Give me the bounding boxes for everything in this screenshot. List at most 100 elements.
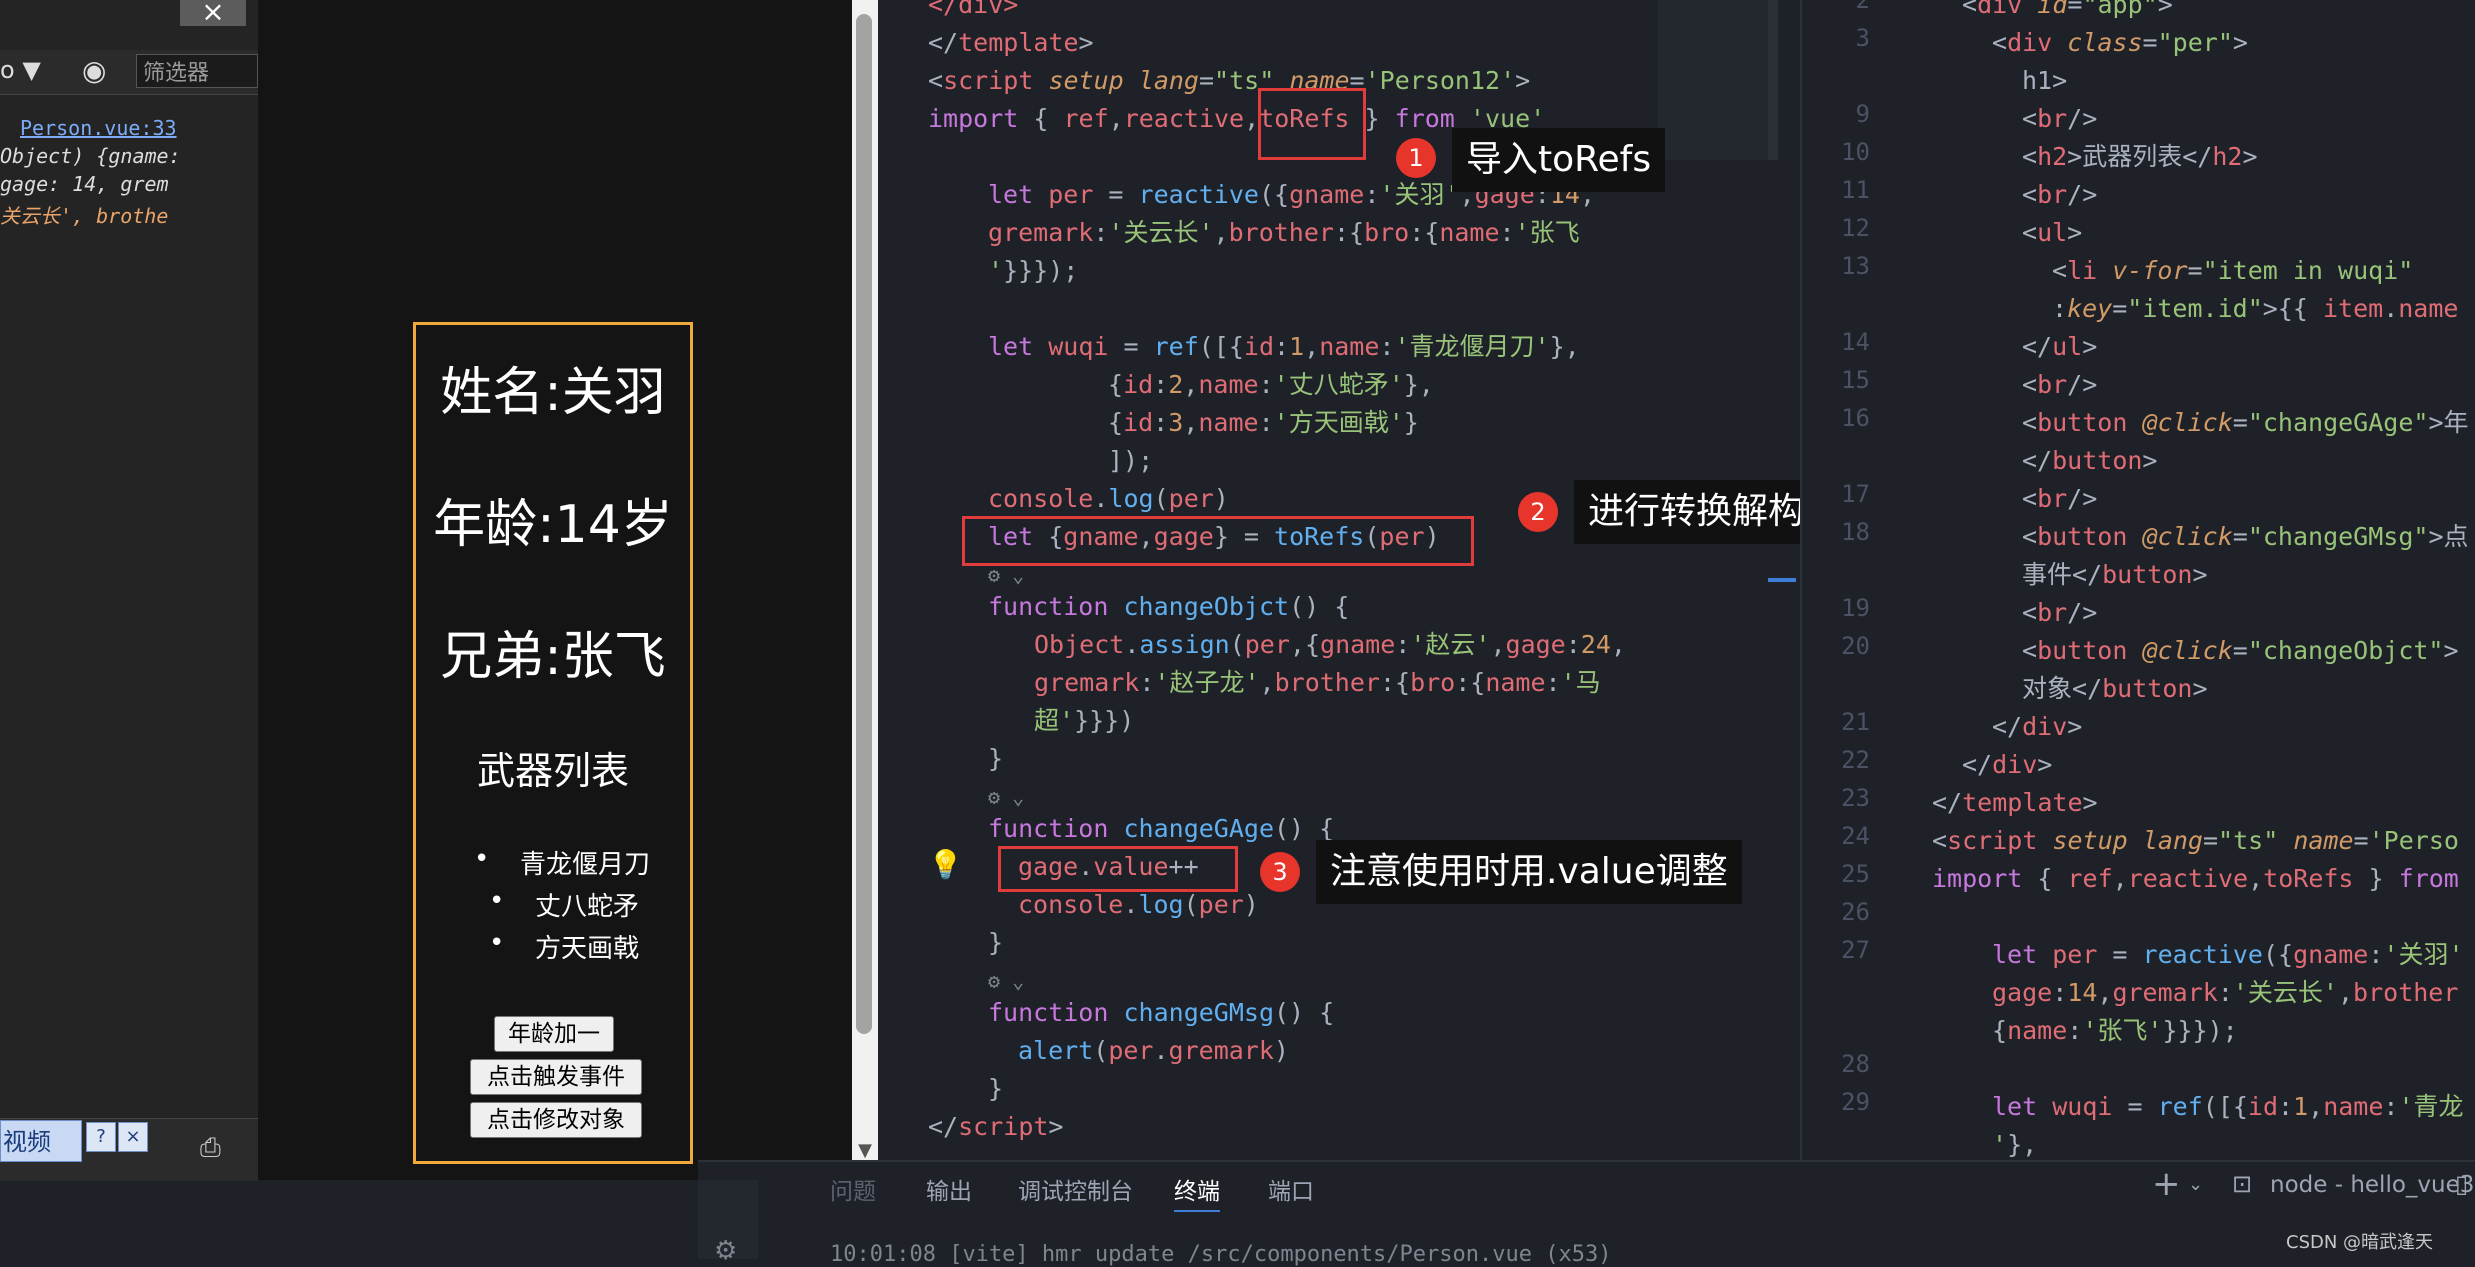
terminal-name[interactable]: node - hello_vue3	[2270, 1172, 2474, 1198]
code-line: gage:14,gremark:'关云长',brother	[1992, 978, 2459, 1007]
weapons-title: 武器列表	[476, 749, 629, 793]
gear-icon[interactable]: ⚙	[714, 1236, 737, 1266]
name-line: 姓名:关羽	[440, 363, 666, 423]
code-line: 事件</button>	[2022, 560, 2208, 589]
log-line: 关云长', brothe	[0, 204, 169, 228]
tab-output[interactable]: 输出	[926, 1172, 972, 1206]
code-line: <br/>	[2022, 484, 2098, 513]
add-terminal-icon[interactable]: +	[2152, 1164, 2181, 1204]
code-line: </div>	[928, 0, 1019, 19]
code-line: 对象</button>	[2022, 674, 2208, 703]
close-mini-button[interactable]: ×	[118, 1122, 148, 1152]
code-line: </button>	[2022, 446, 2158, 475]
trigger-event-button[interactable]: 点击触发事件	[470, 1059, 642, 1095]
tab-ports[interactable]: 端口	[1268, 1172, 1314, 1206]
video-tab[interactable]: 视频	[0, 1120, 82, 1162]
code-line: <li v-for="item in wuqi"	[2052, 256, 2414, 285]
code-line: :key="item.id">{{ item.name	[2052, 294, 2459, 323]
code-line: <h2>武器列表</h2>	[2022, 142, 2258, 171]
code-line: 超'}}})	[1034, 706, 1135, 735]
code-line: let wuqi = ref([{id:1,name:'青龙	[1992, 1092, 2464, 1121]
code-line: let wuqi = ref([{id:1,name:'青龙偃月刀'},	[988, 332, 1580, 361]
minimap[interactable]	[1658, 0, 1768, 160]
code-line: <div id="app">	[1962, 0, 2173, 19]
code-line: <div class="per">	[1992, 28, 2248, 57]
devtools-close-button[interactable]: ×	[180, 0, 246, 26]
code-line: <button @click="changeGMsg">点	[2022, 522, 2469, 551]
code-line: </script>	[928, 1112, 1064, 1141]
code-line: </div>	[1962, 750, 2053, 779]
weapon-item: 青龙偃月刀	[474, 844, 650, 881]
log-line: gage: 14, grem	[0, 172, 169, 196]
brother-line: 兄弟:张飞	[440, 627, 666, 687]
filter-input[interactable]: 筛选器	[136, 54, 258, 88]
code-line: <br/>	[2022, 180, 2098, 209]
code-line: console.log(per)	[988, 484, 1229, 513]
highlight-box-torefs	[1258, 88, 1366, 160]
code-line: gremark:'关云长',brother:{bro:{name:'张飞	[988, 218, 1580, 247]
code-line: }	[988, 744, 1004, 773]
chevron-down-icon[interactable]: ⌄	[2188, 1174, 2203, 1195]
code-line: {name:'张飞'}}});	[1992, 1016, 2238, 1045]
code-line: <br/>	[2022, 370, 2098, 399]
code-line: '},	[1992, 1130, 2038, 1159]
terminal-output-line: 10:01:08 [vite] hmr update /src/componen…	[830, 1242, 1612, 1267]
code-line: </div>	[1992, 712, 2083, 741]
code-line: </template>	[1932, 788, 2098, 817]
log-line: Object) {gname:	[0, 144, 181, 168]
line-number-gutter: 2 3 9 10 11 12 13 14 15 16 17 18 19 20 2…	[1841, 0, 1870, 1116]
terminal-icon: ⊡	[2232, 1170, 2253, 1198]
code-line: function changeGAge() {	[988, 814, 1335, 843]
code-line: </template>	[928, 28, 1094, 57]
split-terminal-icon[interactable]: ▯	[2455, 1170, 2468, 1198]
code-line: <script setup lang="ts" name='Person12'>	[928, 66, 1531, 95]
code-line: let per = reactive({gname:'关羽'	[1992, 940, 2464, 969]
code-line: <ul>	[2022, 218, 2083, 247]
code-line: <br/>	[2022, 598, 2098, 627]
code-line: {id:2,name:'丈八蛇矛'},	[1108, 370, 1434, 399]
annotation-badge-1: 1	[1396, 138, 1436, 178]
code-line: alert(per.gremark)	[1018, 1036, 1289, 1065]
code-line: gremark:'赵子龙',brother:{bro:{name:'马	[1034, 668, 1601, 697]
activity-bar: ⚙	[698, 1180, 758, 1266]
dropdown-arrow-icon[interactable]: o ▼	[0, 56, 41, 84]
age-plus-button[interactable]: 年龄加一	[494, 1016, 614, 1052]
code-line: }	[988, 928, 1004, 957]
annotation-callout-1: 导入toRefs	[1452, 128, 1666, 192]
eye-icon[interactable]: ◉	[82, 54, 106, 87]
lightbulb-icon[interactable]: 💡	[928, 848, 963, 881]
code-line: function changeGMsg() {	[988, 998, 1335, 1027]
screenshot-icon[interactable]: ⎙	[200, 1133, 221, 1164]
annotation-badge-2: 2	[1518, 492, 1558, 532]
log-source-link[interactable]: Person.vue:33	[20, 116, 177, 140]
preview-scroll-thumb[interactable]	[856, 14, 872, 1034]
watermark: CSDN @暗武逢天	[2286, 1232, 2434, 1253]
tab-terminal[interactable]: 终端	[1174, 1172, 1220, 1212]
code-line: '}}});	[988, 256, 1079, 285]
code-line: h1>	[2022, 66, 2068, 95]
tab-debug-console[interactable]: 调试控制台	[1018, 1172, 1133, 1206]
weapon-item: 方天画戟	[489, 928, 639, 965]
code-line: <br/>	[2022, 104, 2098, 133]
scroll-marker	[1768, 578, 1796, 582]
annotation-badge-3: 3	[1260, 852, 1300, 892]
code-line: }	[988, 1074, 1004, 1103]
code-line: import { ref,reactive,toRefs } from	[1932, 864, 2459, 893]
code-line: Object.assign(per,{gname:'赵云',gage:24,	[1034, 630, 1626, 659]
code-line: {id:3,name:'方天画戟'}	[1108, 408, 1419, 437]
code-line: ]);	[1108, 446, 1154, 475]
annotation-callout-2: 进行转换解构	[1574, 480, 1819, 544]
minimap-slider[interactable]	[1768, 0, 1778, 160]
code-line: <script setup lang="ts" name='Perso	[1932, 826, 2459, 855]
highlight-box-value	[998, 846, 1238, 892]
code-line: <button @click="changeGAge">年	[2022, 408, 2469, 437]
modify-object-button[interactable]: 点击修改对象	[470, 1102, 642, 1138]
scroll-down-icon[interactable]: ▼	[852, 1140, 878, 1161]
code-line: function changeObjct() {	[988, 592, 1350, 621]
annotation-callout-3: 注意使用时用.value调整	[1316, 840, 1742, 904]
age-line: 年龄:14岁	[433, 495, 673, 555]
tab-problems[interactable]: 问题	[830, 1172, 876, 1206]
code-line: <button @click="changeObjct">	[2022, 636, 2459, 665]
weapon-item: 丈八蛇矛	[489, 886, 639, 923]
help-button[interactable]: ?	[86, 1122, 116, 1152]
